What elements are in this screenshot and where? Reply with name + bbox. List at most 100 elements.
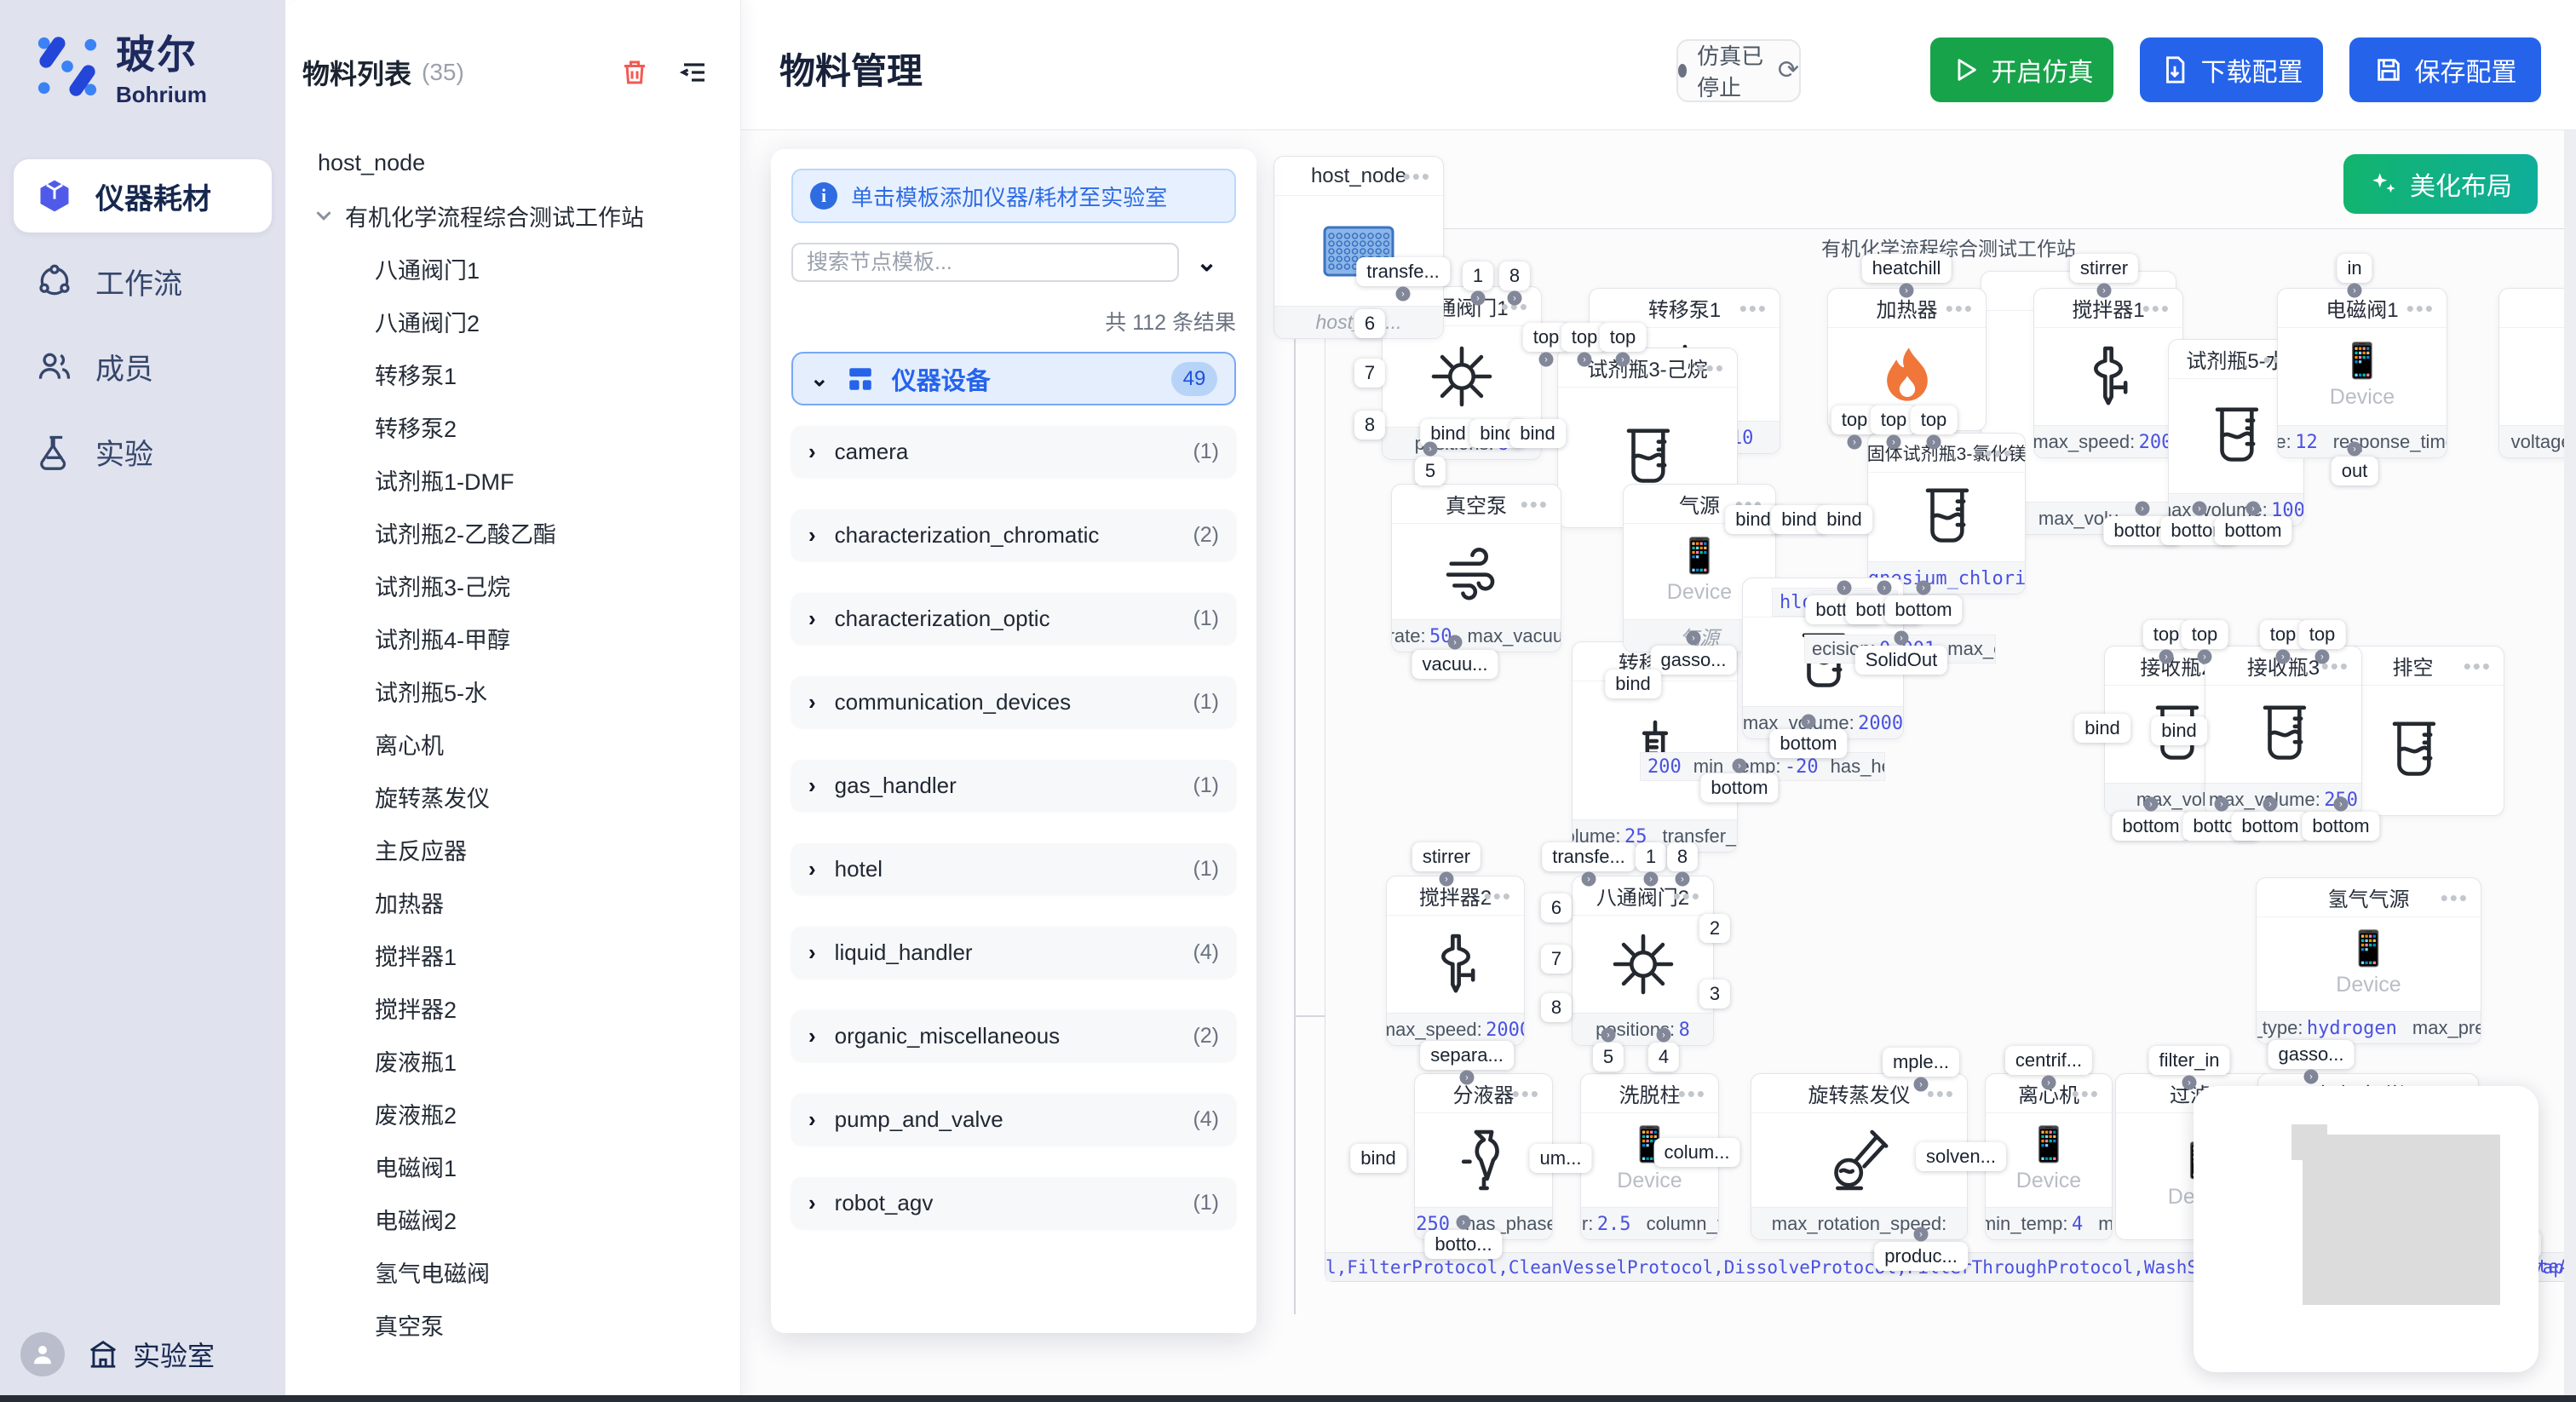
port-connector[interactable]: › <box>1616 353 1630 367</box>
port-connector[interactable]: › <box>1837 581 1852 595</box>
tree-item-19[interactable]: 氢气电磁阀 <box>285 1245 740 1298</box>
canvas-node-solenoid-valve-1[interactable]: 电磁阀1•••📱Devicevoltage: 12response_time: … <box>2277 288 2447 458</box>
category-pump_and_valve[interactable]: ›pump_and_valve(4) <box>791 1094 1236 1145</box>
minimap[interactable] <box>2194 1086 2539 1372</box>
tree-item-10[interactable]: 旋转蒸发仪 <box>285 770 740 823</box>
port-connector[interactable]: › <box>1687 631 1701 646</box>
category-robot_agv[interactable]: ›robot_agv(1) <box>791 1177 1236 1228</box>
node-menu-icon[interactable]: ••• <box>1512 1081 1540 1107</box>
search-input[interactable] <box>791 243 1179 282</box>
canvas-node-stirrer-2[interactable]: 搅拌器2•••max_speed: 2000 <box>1386 876 1525 1046</box>
port-connector[interactable]: › <box>1895 631 1909 646</box>
refresh-icon[interactable]: ⟳ <box>1778 58 1799 83</box>
tree-item-6[interactable]: 试剂瓶3-己烷 <box>285 559 740 612</box>
node-menu-icon[interactable]: ••• <box>1739 296 1768 322</box>
tree-item-7[interactable]: 试剂瓶4-甲醇 <box>285 612 740 664</box>
node-menu-icon[interactable]: ••• <box>1521 491 1549 518</box>
port-connector[interactable]: › <box>2159 650 2174 664</box>
tree-item-11[interactable]: 主反应器 <box>285 823 740 876</box>
port-connector[interactable]: › <box>1657 1028 1671 1043</box>
port-connector[interactable]: › <box>2304 1070 2319 1084</box>
port-connector[interactable]: › <box>2348 284 2362 298</box>
port-connector[interactable]: › <box>1927 435 1941 450</box>
port-connector[interactable]: › <box>1914 1227 1929 1242</box>
port-connector[interactable]: › <box>1457 1215 1471 1230</box>
user-avatar[interactable] <box>20 1332 65 1376</box>
port-connector[interactable]: › <box>1676 872 1690 887</box>
port-connector[interactable]: › <box>1582 872 1596 887</box>
tree-item-20[interactable]: 真空泵 <box>285 1298 740 1351</box>
port-connector[interactable]: › <box>1601 1028 1616 1043</box>
node-menu-icon[interactable]: ••• <box>2464 653 2492 680</box>
port-connector[interactable]: › <box>1877 581 1892 595</box>
port-connector[interactable]: › <box>2182 1076 2197 1090</box>
port-connector[interactable]: › <box>2136 502 2150 516</box>
node-menu-icon[interactable]: ••• <box>1927 1081 1955 1107</box>
tree-item-9[interactable]: 离心机 <box>285 717 740 770</box>
category-communication_devices[interactable]: ›communication_devices(1) <box>791 676 1236 727</box>
port-connector[interactable]: › <box>1802 715 1816 729</box>
port-connector[interactable]: › <box>1396 287 1411 302</box>
port-connector[interactable]: › <box>1448 635 1463 650</box>
tree-item-1[interactable]: 八通阀门2 <box>285 295 740 348</box>
node-menu-icon[interactable]: ••• <box>1678 1081 1706 1107</box>
port-connector[interactable]: › <box>1914 1077 1929 1092</box>
tree-item-15[interactable]: 废液瓶1 <box>285 1034 740 1087</box>
tree-item-13[interactable]: 搅拌器1 <box>285 928 740 981</box>
canvas-node-receiver-bottle-3[interactable]: 接收瓶3•••max_volume: 250 <box>2205 646 2362 816</box>
canvas-node-eight-way-valve-2[interactable]: 八通阀门2•••positions: 8 <box>1572 876 1714 1046</box>
sidebar-item-1[interactable]: 工作流 <box>14 244 272 318</box>
node-menu-icon[interactable]: ••• <box>2072 1081 2100 1107</box>
tree-item-5[interactable]: 试剂瓶2-乙酸乙酯 <box>285 506 740 559</box>
canvas-node-stirrer-1[interactable]: 搅拌器1•••max_speed: 2000 <box>2033 288 2183 458</box>
node-menu-icon[interactable]: ••• <box>1985 440 2013 467</box>
port-connector[interactable]: › <box>1508 291 1522 306</box>
canvas-scrollbar[interactable] <box>2564 130 2576 1402</box>
tree-item-2[interactable]: 转移泵1 <box>285 348 740 400</box>
delete-all-icon[interactable] <box>619 57 650 88</box>
port-connector[interactable]: › <box>2198 650 2212 664</box>
sidebar-item-2[interactable]: 成员 <box>14 330 272 403</box>
category-hotel[interactable]: ›hotel(1) <box>791 843 1236 894</box>
tree-item-8[interactable]: 试剂瓶5-水 <box>285 664 740 717</box>
sidebar-item-3[interactable]: 实验 <box>14 415 272 488</box>
tree-item-18[interactable]: 电磁阀2 <box>285 1192 740 1245</box>
node-menu-icon[interactable]: ••• <box>1673 883 1701 910</box>
category-camera[interactable]: ›camera(1) <box>791 426 1236 477</box>
node-menu-icon[interactable]: ••• <box>2142 296 2171 322</box>
beautify-layout-button[interactable]: 美化布局 <box>2343 154 2538 214</box>
node-menu-icon[interactable]: ••• <box>2441 885 2469 911</box>
category-liquid_handler[interactable]: ›liquid_handler(4) <box>791 927 1236 978</box>
port-connector[interactable]: › <box>1900 284 1914 298</box>
sidebar-item-lab[interactable]: 实验室 <box>87 1335 215 1374</box>
tree-item-3[interactable]: 转移泵2 <box>285 400 740 453</box>
port-connector[interactable]: › <box>1440 872 1454 887</box>
canvas-node-hydrogen-source[interactable]: 氢气气源•••📱Device_type: hydrogenmax_pre <box>2256 877 2481 1044</box>
tree-item-17[interactable]: 电磁阀1 <box>285 1140 740 1192</box>
node-menu-icon[interactable]: ••• <box>1946 296 1974 322</box>
tree-item-12[interactable]: 加热器 <box>285 876 740 928</box>
panel-collapse-icon[interactable]: ⌄ <box>1196 248 1217 278</box>
tree-item-4[interactable]: 试剂瓶1-DMF <box>285 453 740 506</box>
port-connector[interactable]: › <box>1733 759 1747 773</box>
port-connector[interactable]: › <box>2276 650 2291 664</box>
port-connector[interactable]: › <box>1887 435 1901 450</box>
category-characterization_optic[interactable]: ›characterization_optic(1) <box>791 593 1236 644</box>
port-connector[interactable]: › <box>1578 353 1592 367</box>
port-connector[interactable]: › <box>2097 284 2112 298</box>
node-menu-icon[interactable]: ••• <box>2406 296 2435 322</box>
tree-item-workstation[interactable]: 有机化学流程综合测试工作站 <box>285 189 740 242</box>
port-connector[interactable]: › <box>1460 1071 1475 1085</box>
port-connector[interactable]: › <box>1539 353 1554 367</box>
node-menu-icon[interactable]: ••• <box>1484 883 1512 910</box>
save-config-button[interactable]: 保存配置 <box>2349 37 2541 102</box>
category-gas_handler[interactable]: ›gas_handler(1) <box>791 760 1236 811</box>
tree-item-16[interactable]: 废液瓶2 <box>285 1087 740 1140</box>
node-menu-icon[interactable]: ••• <box>1403 164 1431 190</box>
port-connector[interactable]: › <box>1423 442 1438 457</box>
port-connector[interactable]: › <box>1644 872 1659 887</box>
port-connector[interactable]: › <box>2315 650 2330 664</box>
canvas-node-solid-reagent-3[interactable]: 固体试剂瓶3-氯化镁•••agent: magnesium_chlorideph… <box>1867 433 2026 595</box>
port-connector[interactable]: › <box>2042 1076 2056 1090</box>
tree-item-14[interactable]: 搅拌器2 <box>285 981 740 1034</box>
